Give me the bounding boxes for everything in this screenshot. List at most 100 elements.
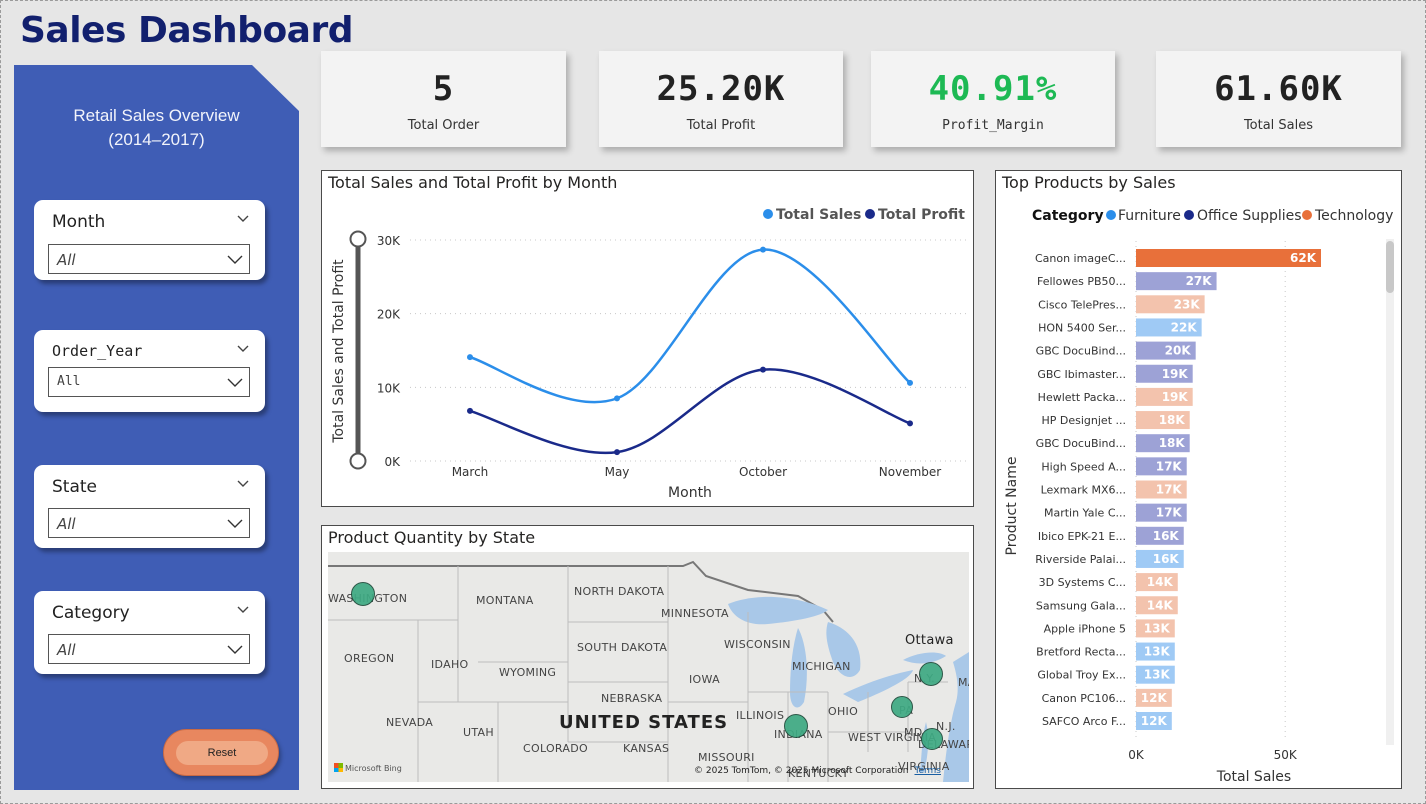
slicer-category-dropdown[interactable]: All [48,634,250,664]
kpi-value: 25.20K [656,69,786,109]
slicer-state-label: State [52,477,97,497]
data-point[interactable] [467,354,473,361]
data-point[interactable] [467,407,473,414]
y-tick-label: 20K [377,308,401,322]
map-label-wyoming: WYOMING [499,666,557,679]
scrollbar-thumb[interactable] [1386,241,1394,293]
legend-title: Category [1032,208,1104,224]
map-bubble-washington[interactable] [351,582,375,606]
legend-label-furniture: Furniture [1118,208,1181,224]
slicer-category-value: All [57,641,76,659]
sidebar-heading-line1: Retail Sales Overview [73,106,240,125]
map-label-united-states: UNITED STATES [559,712,729,733]
x-axis-label: Total Sales [1216,769,1291,785]
slicer-month-label: Month [52,212,106,232]
y-tick-label: Fellowes PB50... [1037,275,1126,288]
slicer-month: Month All [34,200,265,280]
y-tick-label: Samsung Gala... [1036,599,1126,612]
chevron-down-icon[interactable] [237,477,249,489]
data-point[interactable] [760,246,766,253]
series-line-total-profit [469,368,911,455]
y-tick-label: Canon imageC... [1035,252,1126,265]
map-title: Product Quantity by State [328,528,536,547]
map-credit: © 2025 TomTom, © 2025 Microsoft Corporat… [694,766,941,776]
kpi-card-profit-margin: 40.91% Profit_Margin [871,51,1115,147]
map-copyright: © 2025 TomTom, © 2025 Microsoft Corporat… [694,766,909,776]
reset-button[interactable]: Reset [163,729,279,776]
map-bubble-pennsylvania[interactable] [891,696,913,718]
kpi-value: 40.91% [928,69,1058,109]
map-bubble-new-york[interactable] [919,662,943,686]
y-tick-label: Ibico EPK-21 E... [1038,530,1126,543]
map-label-nebraska: NEBRASKA [601,692,663,705]
map-label-north-dakota: NORTH DAKOTA [574,585,665,598]
legend-marker-furniture [1106,210,1116,220]
line-chart-panel: Total Sales and Total Profit by Month To… [321,170,974,507]
map-label-ohio: OHIO [828,705,859,718]
chevron-down-icon[interactable] [237,212,249,224]
bing-label: Microsoft Bing [345,764,402,773]
y-tick-label: SAFCO Arco F... [1042,715,1126,728]
slicer-order-year-dropdown[interactable]: All [48,367,250,397]
y-tick-label: Apple iPhone 5 [1044,622,1126,635]
map-label-iowa: IOWA [689,673,720,686]
data-label: 17K [1156,459,1183,473]
chevron-down-icon [227,255,243,264]
map-label-utah: UTAH [463,726,494,739]
scrollbar-track[interactable] [1386,239,1394,745]
kpi-card-total-sales: 61.60K Total Sales [1156,51,1401,147]
y-zoom-slider-handle-top[interactable] [349,230,367,248]
slicer-category: Category All [34,591,265,674]
y-tick-label: Riverside Palai... [1035,553,1126,566]
slicer-state-dropdown[interactable]: All [48,508,250,538]
slicer-state: State All [34,465,265,548]
data-point[interactable] [760,366,766,373]
map-label-minnesota: MINNESOTA [661,607,729,620]
page-title: Sales Dashboard [20,10,354,51]
microsoft-logo-icon [334,763,343,772]
legend-marker-technology [1302,210,1312,220]
map-label-colorado: COLORADO [523,742,588,755]
chevron-down-icon[interactable] [237,342,249,354]
map-panel: Product Quantity by State MONTANA NORTH … [321,525,974,789]
data-label: 62K [1290,251,1317,265]
kpi-label: Total Order [407,118,480,133]
map-bubble-indiana[interactable] [784,714,808,738]
y-zoom-slider-handle-bottom[interactable] [349,452,367,470]
y-tick-label: Cisco TelePres... [1038,298,1126,311]
kpi-card-total-order: 5 Total Order [321,51,566,147]
x-tick-label: November [879,465,941,479]
map-label-missouri: MISSOURI [698,751,755,764]
slicer-state-value: All [57,515,76,533]
map-label-illinois: ILLINOIS [736,709,785,722]
y-tick-label: 10K [377,381,401,395]
kpi-label: Total Profit [686,118,756,133]
series-line-total-sales [469,248,911,404]
data-point[interactable] [907,420,913,427]
data-label: 27K [1186,274,1213,288]
chevron-down-icon [227,378,243,387]
x-axis-label: Month [668,485,712,501]
slicer-order-year-label: Order_Year [52,342,143,360]
data-label: 17K [1156,483,1183,497]
data-label: 18K [1159,436,1186,450]
legend-label-office-supplies: Office Supplies [1197,208,1302,224]
state-map[interactable]: WASHINGTON MONTANA NORTH DAKOTA MINNESOT… [328,552,969,782]
legend-marker-total-sales [763,209,773,219]
map-label-ma: MA [958,676,969,689]
data-label: 12K [1141,691,1168,705]
data-point[interactable] [907,379,913,386]
y-tick-label: Global Troy Ex... [1037,669,1126,682]
map-bubble-delaware[interactable] [921,728,943,750]
map-label-kansas: KANSAS [623,742,670,755]
data-point[interactable] [614,449,620,456]
y-tick-label: HON 5400 Ser... [1038,321,1126,334]
chevron-down-icon[interactable] [237,603,249,615]
map-terms-link[interactable]: Terms [914,766,941,776]
kpi-value: 5 [432,69,455,109]
kpi-label: Profit_Margin [942,118,1044,133]
data-point[interactable] [614,395,620,402]
map-label-michigan: MICHIGAN [792,660,851,673]
slicer-month-dropdown[interactable]: All [48,244,250,274]
filter-sidebar [14,65,299,790]
